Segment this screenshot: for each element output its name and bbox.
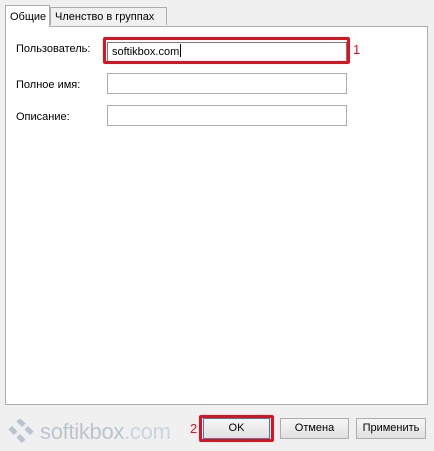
description-input[interactable]: [107, 105, 347, 126]
description-label: Описание:: [16, 111, 70, 123]
annotation-marker-2: 2: [190, 421, 198, 436]
cancel-button[interactable]: Отмена: [280, 418, 349, 439]
watermark-suffix: .com: [124, 419, 171, 444]
softikbox-logo-icon: [8, 419, 34, 444]
full-name-input[interactable]: [107, 73, 347, 94]
user-label: Пользователь:: [16, 43, 91, 55]
watermark-name: softikbox: [40, 419, 125, 444]
tab-general-label: Общие: [10, 11, 47, 23]
user-input-highlight: [103, 37, 350, 64]
tab-group-membership[interactable]: Членство в группах: [50, 7, 167, 25]
full-name-label: Полное имя:: [16, 79, 81, 91]
tab-group-membership-label: Членство в группах: [55, 11, 155, 23]
apply-button[interactable]: Применить: [356, 418, 426, 439]
ok-button[interactable]: OK: [203, 418, 270, 439]
user-properties-dialog: Общие Членство в группах Пользователь: s…: [0, 0, 434, 451]
watermark-text: softikbox.com: [40, 419, 171, 445]
annotation-marker-1: 1: [353, 42, 361, 57]
tab-general[interactable]: Общие: [5, 5, 50, 27]
watermark-logo: softikbox.com: [6, 418, 171, 446]
general-tab-panel: Пользователь: softikbox.com Полное имя: …: [5, 26, 428, 405]
